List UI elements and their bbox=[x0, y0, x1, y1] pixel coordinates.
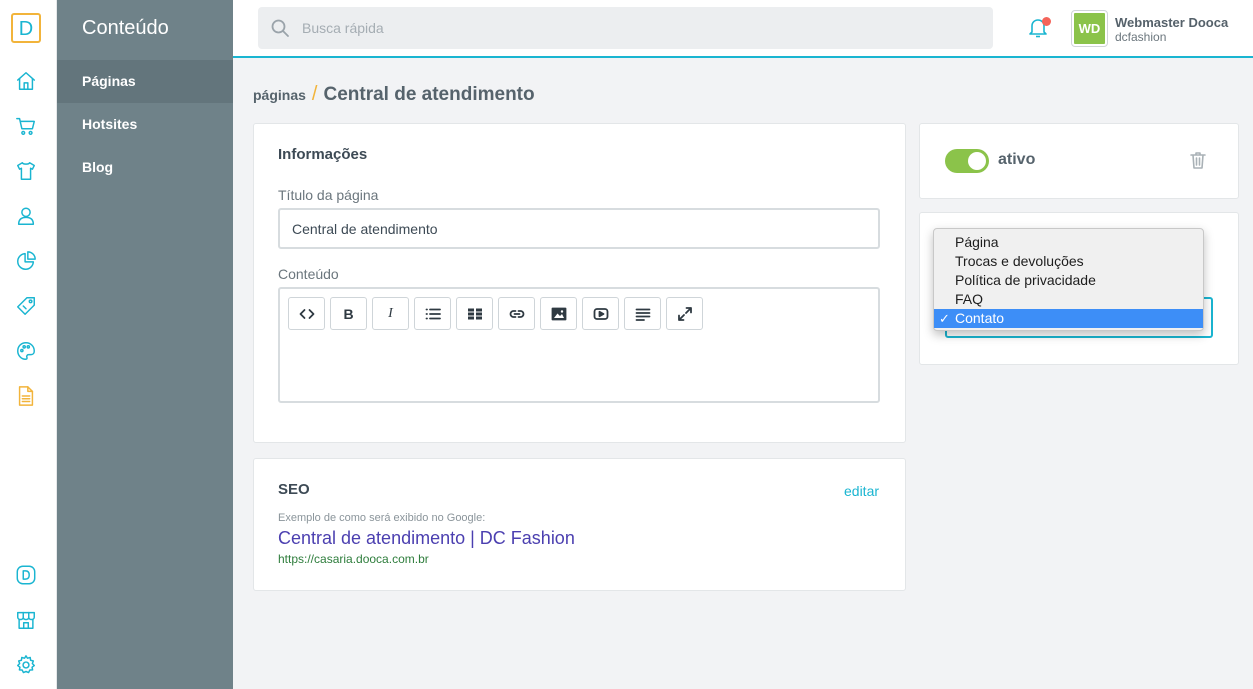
check-icon: ✓ bbox=[939, 311, 950, 326]
italic-icon: I bbox=[388, 305, 393, 321]
seo-preview-title: Central de atendimento | DC Fashion bbox=[278, 528, 575, 548]
content-field-label: Conteúdo bbox=[278, 266, 339, 282]
page-title: Central de atendimento bbox=[323, 84, 535, 105]
seo-card-title: SEO bbox=[278, 481, 310, 498]
gear-icon[interactable] bbox=[14, 653, 38, 677]
page-type-dropdown: Página Trocas e devoluções Política de p… bbox=[933, 228, 1204, 331]
sidebar-item-blog[interactable]: Blog bbox=[57, 146, 233, 189]
info-card-title: Informações bbox=[278, 146, 368, 163]
option-faq[interactable]: FAQ bbox=[934, 290, 1203, 309]
video-icon bbox=[593, 307, 608, 320]
user-name[interactable]: Webmaster Dooca bbox=[1115, 15, 1228, 30]
table-icon bbox=[467, 308, 482, 319]
search-input[interactable] bbox=[302, 7, 982, 49]
option-privacy[interactable]: Política de privacidade bbox=[934, 271, 1203, 290]
list-icon bbox=[425, 308, 441, 319]
store-icon[interactable] bbox=[14, 608, 38, 632]
breadcrumb-pages-link[interactable]: páginas bbox=[253, 87, 306, 103]
bold-icon: B bbox=[343, 305, 354, 322]
quick-search bbox=[258, 7, 993, 49]
link-button[interactable] bbox=[498, 297, 535, 330]
dooca-icon[interactable] bbox=[14, 563, 38, 587]
breadcrumb-separator: / bbox=[311, 83, 318, 105]
home-icon[interactable] bbox=[14, 69, 38, 93]
align-icon bbox=[635, 308, 650, 321]
content-sidebar: Conteúdo Páginas Hotsites Blog bbox=[57, 0, 233, 689]
align-button[interactable] bbox=[624, 297, 661, 330]
seo-edit-link[interactable]: editar bbox=[844, 483, 879, 499]
tag-icon[interactable] bbox=[14, 294, 38, 318]
svg-text:D: D bbox=[19, 18, 33, 40]
breadcrumb: páginas / Central de atendimento bbox=[253, 83, 535, 106]
document-icon[interactable] bbox=[14, 384, 38, 408]
section-title: Conteúdo bbox=[82, 17, 169, 39]
pie-chart-icon[interactable] bbox=[14, 249, 38, 273]
option-page[interactable]: Página bbox=[934, 233, 1203, 252]
trash-icon bbox=[1190, 152, 1206, 169]
shirt-icon[interactable] bbox=[14, 159, 38, 183]
image-icon bbox=[551, 307, 566, 320]
status-card: ativo bbox=[919, 123, 1239, 199]
palette-icon[interactable] bbox=[14, 339, 38, 363]
topbar: WD Webmaster Dooca dcfashion bbox=[233, 0, 1253, 58]
sidebar-item-pages[interactable]: Páginas bbox=[57, 60, 233, 103]
fullscreen-button[interactable] bbox=[666, 297, 703, 330]
content-editor[interactable]: B I bbox=[278, 287, 880, 403]
icon-rail: D bbox=[0, 0, 57, 689]
video-button[interactable] bbox=[582, 297, 619, 330]
status-label: ativo bbox=[998, 151, 1036, 168]
code-icon bbox=[299, 308, 314, 319]
notifications-button[interactable] bbox=[1026, 15, 1052, 41]
search-icon bbox=[271, 19, 289, 37]
table-button[interactable] bbox=[456, 297, 493, 330]
bullet-list-button[interactable] bbox=[414, 297, 451, 330]
user-store: dcfashion bbox=[1115, 30, 1167, 44]
page-title-input[interactable] bbox=[278, 208, 880, 249]
code-view-button[interactable] bbox=[288, 297, 325, 330]
dooca-logo[interactable]: D bbox=[11, 13, 41, 43]
active-toggle[interactable] bbox=[945, 149, 989, 173]
seo-preview-url: https://casaria.dooca.com.br bbox=[278, 552, 429, 566]
sidebar-item-hotsites[interactable]: Hotsites bbox=[57, 103, 233, 146]
title-field-label: Título da página bbox=[278, 187, 379, 203]
link-icon bbox=[509, 309, 524, 318]
bold-button[interactable]: B bbox=[330, 297, 367, 330]
seo-preview-caption: Exemplo de como será exibido no Google: bbox=[278, 512, 486, 524]
info-card: Informações Título da página Conteúdo B … bbox=[253, 123, 906, 443]
user-avatar[interactable]: WD bbox=[1071, 10, 1108, 47]
italic-button[interactable]: I bbox=[372, 297, 409, 330]
toggle-knob bbox=[968, 152, 986, 170]
cart-icon[interactable] bbox=[14, 114, 38, 138]
option-contact[interactable]: ✓ Contato bbox=[934, 309, 1203, 328]
seo-card: SEO editar Exemplo de como será exibido … bbox=[253, 458, 906, 591]
image-button[interactable] bbox=[540, 297, 577, 330]
option-returns[interactable]: Trocas e devoluções bbox=[934, 252, 1203, 271]
user-icon[interactable] bbox=[14, 204, 38, 228]
fullscreen-icon bbox=[677, 306, 692, 321]
notification-dot bbox=[1042, 17, 1051, 26]
delete-button[interactable] bbox=[1188, 150, 1210, 172]
